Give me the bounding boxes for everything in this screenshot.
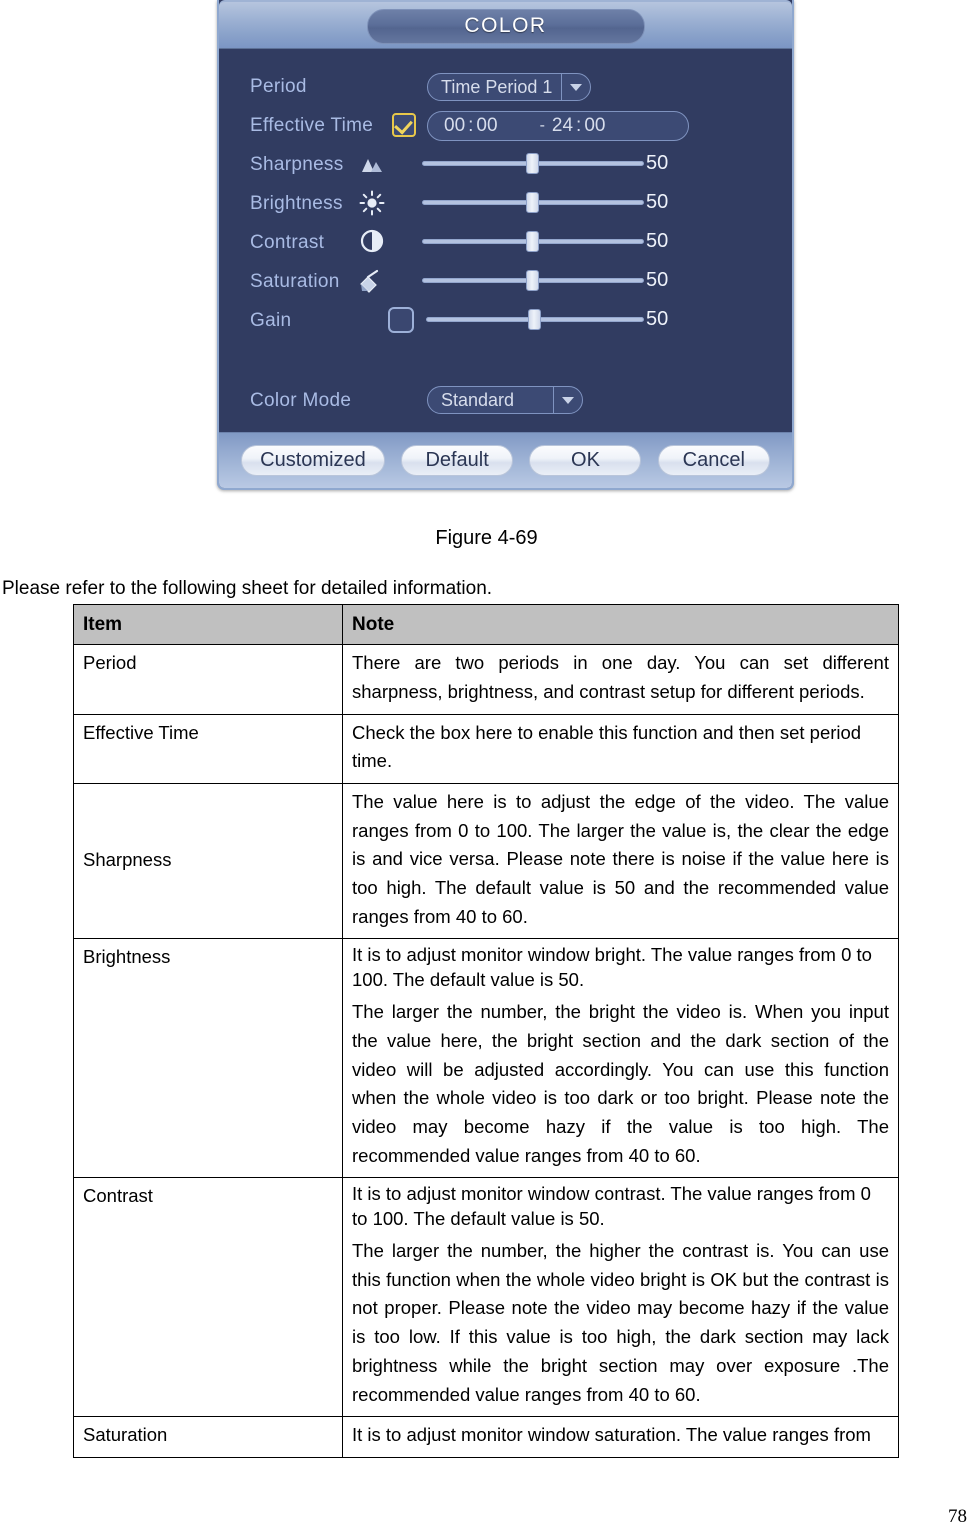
row-color-mode: Color Mode Standard xyxy=(219,381,792,420)
period-label: Period xyxy=(250,75,307,97)
mountain-icon xyxy=(359,151,385,177)
chevron-down-icon[interactable] xyxy=(561,74,590,100)
dialog-title-pill: COLOR xyxy=(366,8,645,44)
color-mode-label: Color Mode xyxy=(250,389,352,411)
row-gain: Gain 50 xyxy=(219,301,792,340)
table-row: Effective Time Check the box here to ena… xyxy=(73,713,899,785)
customized-button[interactable]: Customized xyxy=(241,445,385,476)
sharpness-value: 50 xyxy=(646,152,669,174)
dialog-frame: COLOR Period Time Period 1 Effective Tim… xyxy=(217,0,794,490)
gain-value: 50 xyxy=(646,308,669,330)
saturation-slider[interactable] xyxy=(422,270,644,291)
brightness-slider[interactable] xyxy=(422,192,644,213)
row-item: Effective Time xyxy=(73,713,343,785)
default-button[interactable]: Default xyxy=(401,445,514,476)
row-item: Contrast xyxy=(73,1177,343,1418)
period-value: Time Period 1 xyxy=(441,76,553,97)
sharpness-label: Sharpness xyxy=(250,153,344,175)
header-note: Note xyxy=(342,603,899,646)
row-period: Period Time Period 1 xyxy=(219,67,792,106)
color-dialog: COLOR Period Time Period 1 Effective Tim… xyxy=(217,0,794,490)
slider-knob[interactable] xyxy=(526,192,539,213)
saturation-value: 50 xyxy=(646,269,669,291)
effective-time-range[interactable]: 00 : 00 - 24 : 00 xyxy=(427,111,689,141)
brightness-value: 50 xyxy=(646,191,669,213)
note-paragraph: The larger the number, the higher the co… xyxy=(352,1240,889,1405)
row-effective-time: Effective Time 00 : 00 - 24 : 00 xyxy=(219,106,792,145)
start-minute[interactable]: 00 xyxy=(476,115,497,137)
note-paragraph: There are two periods in one day. You ca… xyxy=(352,652,889,703)
color-mode-dropdown[interactable]: Standard xyxy=(427,386,583,414)
table-row: Sharpness The value here is to adjust th… xyxy=(73,783,899,940)
contrast-slider[interactable] xyxy=(422,231,644,252)
saturation-label: Saturation xyxy=(250,270,340,292)
gain-label: Gain xyxy=(250,309,292,331)
half-circle-icon xyxy=(359,228,385,254)
slider-knob[interactable] xyxy=(526,231,539,252)
row-note: It is to adjust monitor window saturatio… xyxy=(342,1416,899,1458)
note-paragraph: The larger the number, the bright the vi… xyxy=(352,1001,889,1166)
note-paragraph: Check the box here to enable this functi… xyxy=(352,721,862,772)
table-row: Brightness It is to adjust monitor windo… xyxy=(73,938,899,1179)
row-note: It is to adjust monitor window bright. T… xyxy=(342,938,899,1179)
figure-caption: Figure 4-69 xyxy=(435,527,538,549)
paint-bucket-icon xyxy=(359,268,385,294)
dialog-footer: Customized Default OK Cancel xyxy=(219,432,792,488)
time-range-separator: - xyxy=(539,117,545,134)
time-colon-2: : xyxy=(576,115,582,136)
effective-time-checkbox[interactable] xyxy=(392,113,416,137)
color-mode-value: Standard xyxy=(441,389,515,410)
table-header-row: Item Note xyxy=(73,603,899,646)
period-dropdown[interactable]: Time Period 1 xyxy=(427,73,591,101)
note-paragraph: It is to adjust monitor window saturatio… xyxy=(352,1424,871,1446)
row-item: Sharpness xyxy=(73,783,343,940)
contrast-label: Contrast xyxy=(250,231,325,253)
slider-knob[interactable] xyxy=(526,270,539,291)
effective-time-label: Effective Time xyxy=(250,114,374,136)
row-saturation: Saturation 50 xyxy=(219,262,792,301)
note-paragraph: It is to adjust monitor window contrast.… xyxy=(352,1183,871,1229)
note-paragraph: It is to adjust monitor window bright. T… xyxy=(352,944,872,990)
header-item: Item xyxy=(73,603,343,646)
row-item: Brightness xyxy=(73,938,343,1179)
row-brightness: Brightness 50 xyxy=(219,184,792,223)
table-row: Contrast It is to adjust monitor window … xyxy=(73,1177,899,1418)
row-note: There are two periods in one day. You ca… xyxy=(342,644,899,715)
end-minute[interactable]: 00 xyxy=(584,115,605,137)
sun-icon xyxy=(359,190,385,216)
gain-slider[interactable] xyxy=(426,309,644,330)
detail-table: Item Note Period There are two periods i… xyxy=(73,603,899,1458)
row-note: Check the box here to enable this functi… xyxy=(342,713,899,785)
contrast-value: 50 xyxy=(646,230,669,252)
cancel-button[interactable]: Cancel xyxy=(657,445,770,476)
slider-knob[interactable] xyxy=(526,153,539,174)
row-sharpness: Sharpness 50 xyxy=(219,145,792,184)
gain-checkbox[interactable] xyxy=(388,307,414,333)
chevron-down-icon[interactable] xyxy=(553,387,582,413)
row-contrast: Contrast 50 xyxy=(219,223,792,262)
dialog-body: Period Time Period 1 Effective Time 00 :… xyxy=(219,49,792,435)
note-paragraph: The value here is to adjust the edge of … xyxy=(352,791,889,927)
sharpness-slider[interactable] xyxy=(422,153,644,174)
row-note: It is to adjust monitor window contrast.… xyxy=(342,1177,899,1418)
end-hour[interactable]: 24 xyxy=(545,115,573,137)
intro-text: Please refer to the following sheet for … xyxy=(2,578,493,599)
brightness-label: Brightness xyxy=(250,192,343,214)
row-item: Saturation xyxy=(73,1416,343,1458)
page-number: 78 xyxy=(948,1506,967,1527)
start-hour[interactable]: 00 xyxy=(428,115,465,137)
dialog-titlebar: COLOR xyxy=(219,0,792,49)
slider-knob[interactable] xyxy=(528,309,541,330)
table-row: Period There are two periods in one day.… xyxy=(73,644,899,715)
time-colon-1: : xyxy=(468,115,474,136)
row-note: The value here is to adjust the edge of … xyxy=(342,783,899,940)
ok-button[interactable]: OK xyxy=(529,445,642,476)
table-row: Saturation It is to adjust monitor windo… xyxy=(73,1416,899,1458)
dialog-title: COLOR xyxy=(464,14,547,37)
row-item: Period xyxy=(73,644,343,715)
